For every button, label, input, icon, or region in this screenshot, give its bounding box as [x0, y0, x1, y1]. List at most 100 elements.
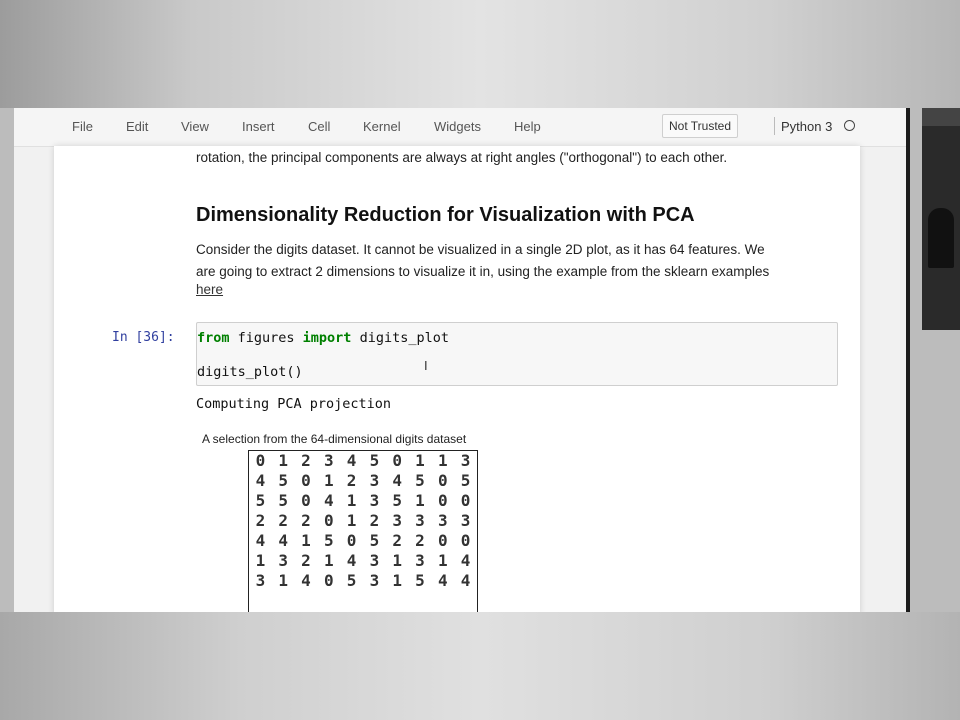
digit-sample: 0 [392, 451, 402, 470]
digit-sample: 4 [255, 531, 266, 550]
digit-sample: 3 [369, 551, 380, 570]
digit-row [249, 591, 477, 611]
menu-kernel[interactable]: Kernel [363, 119, 401, 134]
digit-sample: 2 [346, 471, 357, 490]
digit-sample: 2 [301, 511, 311, 530]
notebook-menubar: File Edit View Insert Cell Kernel Widget… [14, 108, 908, 147]
i-beam-cursor-icon: I [424, 358, 428, 373]
digit-sample: 1 [437, 451, 448, 470]
digit-sample: 3 [369, 491, 380, 510]
inset-light [922, 108, 960, 126]
code-module: figures [229, 330, 303, 346]
digit-sample: 4 [460, 571, 471, 590]
digit-sample: 0 [460, 531, 471, 550]
digit-sample: 1 [278, 451, 289, 470]
digit-sample: 5 [278, 491, 289, 510]
digit-sample [386, 591, 409, 611]
digit-sample: 4 [460, 551, 471, 570]
digit-sample: 0 [437, 531, 448, 550]
digit-row: 4501234505 [249, 471, 477, 491]
digit-row: 0123450113 [249, 451, 477, 471]
code-keyword: from [197, 330, 230, 346]
digit-sample: 1 [346, 511, 357, 530]
previous-markdown-text: rotation, the principal components are a… [196, 150, 728, 165]
digit-sample: 0 [437, 491, 448, 510]
room-backdrop-top [0, 0, 960, 108]
digit-sample: 0 [346, 531, 357, 550]
digit-sample: 0 [301, 491, 311, 510]
digit-row: 2220123333 [249, 511, 477, 531]
digit-row: 4415052200 [249, 531, 477, 551]
menu-widgets[interactable]: Widgets [434, 119, 481, 134]
markdown-paragraph-line: Consider the digits dataset. It cannot b… [196, 242, 765, 257]
digit-sample: 3 [437, 511, 448, 530]
digit-sample: 2 [278, 511, 289, 530]
digit-sample: 5 [460, 471, 471, 490]
digit-sample: 1 [392, 551, 402, 570]
menu-cell[interactable]: Cell [308, 119, 330, 134]
digit-sample: 2 [255, 511, 266, 530]
digit-sample: 0 [323, 511, 334, 530]
digit-sample: 2 [301, 451, 311, 470]
digit-sample: 4 [437, 571, 448, 590]
markdown-paragraph-line: are going to extract 2 dimensions to vis… [196, 264, 770, 279]
digit-sample: 5 [323, 531, 334, 550]
digit-sample: 2 [415, 531, 425, 550]
code-line: from figures import digits_plot [197, 330, 449, 346]
cell-output-text: Computing PCA projection [196, 396, 392, 412]
menu-help[interactable]: Help [514, 119, 541, 134]
digit-sample: 3 [415, 551, 425, 570]
code-line: digits_plot() [197, 364, 303, 380]
digit-row: 1321431314 [249, 551, 477, 571]
digit-sample: 5 [255, 491, 266, 510]
digit-sample: 4 [278, 531, 289, 550]
digit-sample: 4 [346, 451, 357, 470]
digit-sample: 3 [415, 511, 425, 530]
cell-input-prompt: In [36]: [112, 330, 175, 345]
digit-sample: 0 [255, 451, 266, 470]
menu-view[interactable]: View [181, 119, 209, 134]
digit-sample: 5 [369, 451, 380, 470]
code-identifier: digits_plot [351, 330, 449, 346]
digit-sample: 1 [346, 491, 357, 510]
notebook-page: rotation, the principal components are a… [54, 146, 860, 612]
digit-sample: 5 [346, 571, 357, 590]
trust-status-button[interactable]: Not Trusted [662, 114, 739, 138]
screen-edge [906, 108, 910, 612]
digit-sample: 3 [369, 571, 380, 590]
digit-sample: 1 [437, 551, 448, 570]
digit-sample: 1 [392, 571, 402, 590]
digit-sample: 5 [278, 471, 289, 490]
presenter-silhouette [928, 208, 954, 268]
digit-sample [340, 591, 363, 611]
digit-sample: 4 [323, 491, 334, 510]
digit-sample: 4 [392, 471, 402, 490]
sklearn-examples-link[interactable]: here [196, 282, 223, 297]
digit-sample [272, 591, 295, 611]
digit-sample: 3 [460, 451, 471, 470]
digit-sample: 4 [301, 571, 311, 590]
menubar-divider [774, 117, 775, 135]
digit-sample: 3 [255, 571, 266, 590]
menu-edit[interactable]: Edit [126, 119, 148, 134]
room-backdrop-bottom [0, 612, 960, 720]
digit-sample [317, 591, 340, 611]
code-keyword: import [302, 330, 352, 346]
digit-sample: 1 [278, 571, 289, 590]
digits-image-grid: 0123450113450123450555041351002220123333… [248, 450, 478, 612]
menu-file[interactable]: File [72, 119, 93, 134]
section-heading: Dimensionality Reduction for Visualizati… [196, 204, 695, 226]
digit-sample: 3 [460, 511, 471, 530]
projected-screen: File Edit View Insert Cell Kernel Widget… [14, 108, 908, 612]
kernel-name: Python 3 [781, 119, 833, 134]
menu-insert[interactable]: Insert [242, 119, 275, 134]
digit-sample: 4 [255, 471, 266, 490]
digit-sample: 1 [301, 531, 311, 550]
digit-sample: 3 [323, 451, 334, 470]
digit-sample [249, 591, 272, 611]
digit-sample: 1 [415, 451, 425, 470]
digit-sample: 2 [301, 551, 311, 570]
digit-sample: 0 [460, 491, 471, 510]
digit-sample: 5 [415, 471, 425, 490]
digit-sample: 4 [346, 551, 357, 570]
